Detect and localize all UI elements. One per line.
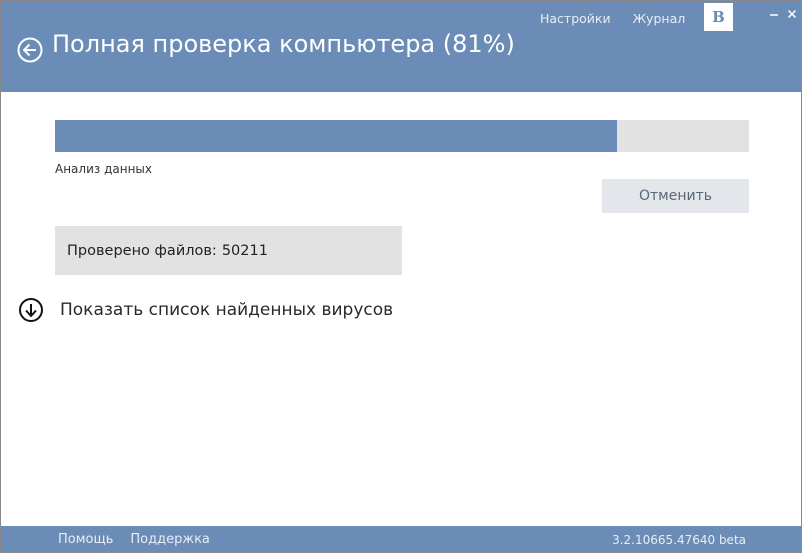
vk-button[interactable]: B — [704, 3, 733, 31]
app-window: Настройки Журнал B Полная проверка компь… — [0, 0, 802, 553]
files-checked-panel: Проверено файлов: 50211 — [55, 226, 402, 275]
header-bar: Настройки Журнал B Полная проверка компь… — [1, 1, 801, 92]
show-viruses-toggle[interactable]: Показать список найденных вирусов — [18, 297, 393, 323]
show-viruses-label: Показать список найденных вирусов — [60, 300, 394, 320]
page-title: Полная проверка компьютера (81%) — [52, 30, 515, 58]
back-button[interactable] — [16, 36, 44, 64]
version-text: 3.2.10665.47640 beta — [612, 533, 746, 547]
footer-links: Помощь Поддержка — [58, 532, 210, 547]
back-arrow-circle-icon — [17, 37, 43, 63]
close-button[interactable] — [784, 7, 800, 21]
help-link[interactable]: Помощь — [58, 532, 113, 547]
arrow-down-circle-icon — [19, 298, 43, 322]
footer-bar: Помощь Поддержка 3.2.10665.47640 beta — [1, 526, 801, 552]
minimize-button[interactable] — [766, 7, 782, 21]
scan-progress-fill — [55, 120, 618, 152]
top-links: Настройки Журнал — [540, 11, 685, 26]
minimize-icon — [770, 14, 778, 16]
journal-link[interactable]: Журнал — [633, 11, 686, 26]
close-icon — [787, 9, 797, 19]
cancel-button[interactable]: Отменить — [602, 179, 749, 213]
scan-progress-bar — [55, 120, 749, 152]
files-checked-label: Проверено файлов: — [67, 242, 217, 259]
files-checked-count: 50211 — [221, 242, 268, 259]
settings-link[interactable]: Настройки — [540, 11, 611, 26]
support-link[interactable]: Поддержка — [130, 532, 210, 547]
scan-status-text: Анализ данных — [55, 162, 152, 176]
vk-icon: B — [712, 8, 725, 26]
